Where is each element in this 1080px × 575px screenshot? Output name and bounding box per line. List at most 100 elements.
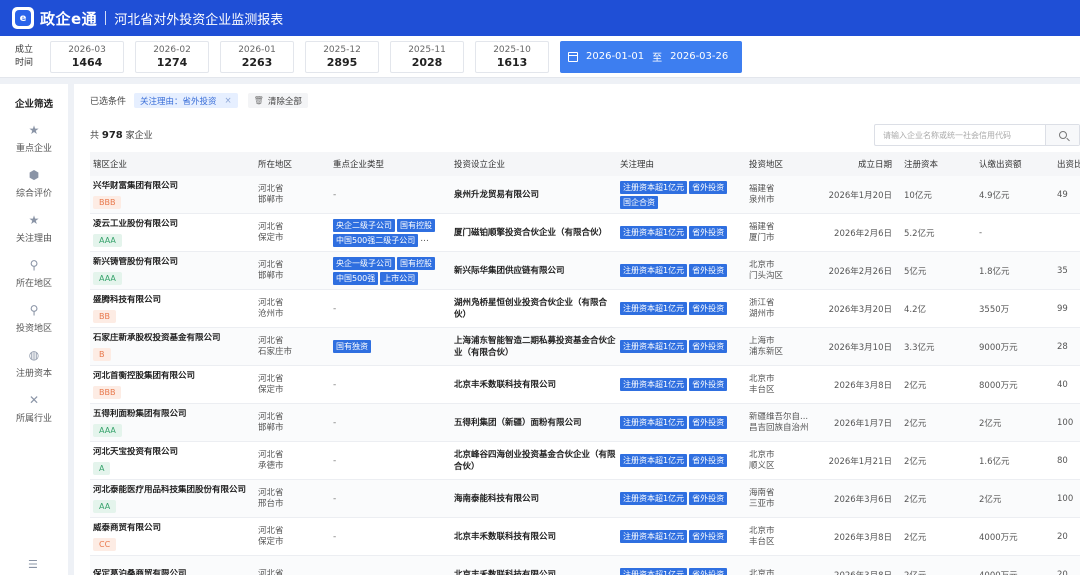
empty-value: - bbox=[333, 455, 337, 466]
column-header[interactable]: 辖区企业 bbox=[90, 158, 258, 170]
company-name[interactable]: 石家庄新承股权投资基金有限公司 bbox=[93, 333, 258, 344]
app-name: 政企e通 bbox=[40, 9, 98, 28]
star-icon: ★ bbox=[28, 213, 40, 227]
more-indicator[interactable]: ... bbox=[420, 234, 429, 247]
table-row[interactable]: 凌云工业股份有限公司 AAA 河北省 保定市 央企二级子公司 国有控股 中国500强二级子公… bbox=[90, 214, 1080, 252]
table-row[interactable]: 河北天宝投资有限公司 A 河北省 承德市 - 北京峰谷四海创业投资基金合伙企业（有限合伙）… bbox=[90, 442, 1080, 480]
sidebar-title: 企业筛选 bbox=[14, 99, 53, 110]
column-header[interactable]: 出资比 bbox=[1057, 158, 1080, 170]
province: 河北省 bbox=[258, 259, 284, 270]
company-name[interactable]: 盛腾科技有限公司 bbox=[93, 295, 258, 306]
search-input[interactable] bbox=[875, 125, 1045, 145]
column-header[interactable]: 投资地区 bbox=[749, 158, 818, 170]
column-header[interactable]: 认缴出资额 bbox=[979, 158, 1057, 170]
column-header[interactable]: 成立日期 bbox=[818, 158, 904, 170]
table-row[interactable]: 盛腾科技有限公司 BB 河北省 沧州市 - 湖州凫桥星恒创业投资合伙企业（有限合伙） 注册资… bbox=[90, 290, 1080, 328]
filter-chip-reason[interactable]: 关注理由：省外投资 × bbox=[134, 93, 238, 108]
subscribed-capital: 3550万 bbox=[979, 304, 1010, 315]
table-row[interactable]: 河北泰能医疗用品科技集团股份有限公司 AA 河北省 邢台市 - 海南泰能科技有限公司 注册资… bbox=[90, 480, 1080, 518]
search-box bbox=[874, 124, 1080, 146]
column-header[interactable]: 重点企业类型 bbox=[333, 158, 454, 170]
table-row[interactable]: 保定葛泊桑商贸有限公司 河北省 北京丰禾数联科技有限公司 注册资本超1亿元 省外投资 北京… bbox=[90, 556, 1080, 575]
reason-cell: 注册资本超1亿元 省外投资 bbox=[620, 530, 749, 543]
city: 邯郸市 bbox=[258, 194, 284, 205]
invest-province: 北京市 bbox=[749, 373, 775, 384]
invested-company[interactable]: 湖州凫桥星恒创业投资合伙企业（有限合伙） bbox=[454, 297, 620, 321]
company-name[interactable]: 兴华财富集团有限公司 bbox=[93, 181, 258, 192]
search-button[interactable] bbox=[1045, 125, 1079, 145]
invested-company[interactable]: 北京丰禾数联科技有限公司 bbox=[454, 531, 620, 543]
table-row[interactable]: 威泰商贸有限公司 CC 河北省 保定市 - 北京丰禾数联科技有限公司 注册资本超1亿元 省外投… bbox=[90, 518, 1080, 556]
invested-company[interactable]: 北京丰禾数联科技有限公司 bbox=[454, 569, 620, 575]
sidebar-item-2[interactable]: ⬢ 综合评价 bbox=[0, 161, 68, 206]
invested-company[interactable]: 上海浦东智能智造二期私募投资基金合伙企业（有限合伙） bbox=[454, 335, 620, 359]
stat-month-2025-11[interactable]: 2025-11 2028 bbox=[390, 40, 464, 73]
invested-company[interactable]: 北京峰谷四海创业投资基金合伙企业（有限合伙） bbox=[454, 449, 620, 473]
reason-tag: 注册资本超1亿元 bbox=[620, 180, 688, 194]
star-icon: ★ bbox=[28, 123, 40, 137]
sidebar-item-4[interactable]: ⚲ 所在地区 bbox=[0, 251, 68, 296]
company-name[interactable]: 河北天宝投资有限公司 bbox=[93, 447, 258, 458]
invested-company[interactable]: 海南泰能科技有限公司 bbox=[454, 493, 620, 505]
clear-all-button[interactable]: 🗑 清除全部 bbox=[247, 93, 308, 108]
key-type-cell: - bbox=[333, 380, 454, 390]
table-row[interactable]: 河北首衡控股集团有限公司 BBB 河北省 保定市 - 北京丰禾数联科技有限公司 注册资本超1… bbox=[90, 366, 1080, 404]
trash-icon: 🗑 bbox=[253, 96, 264, 105]
rating-badge: AAA bbox=[93, 271, 122, 285]
column-header[interactable]: 投资设立企业 bbox=[454, 158, 620, 170]
date-range-picker[interactable]: 2026-01-01 至 2026-03-26 bbox=[560, 40, 742, 73]
company-name[interactable]: 凌云工业股份有限公司 bbox=[93, 219, 258, 230]
reason-tag: 省外投资 bbox=[689, 226, 728, 239]
table-row[interactable]: 石家庄新承股权投资基金有限公司 B 河北省 石家庄市 国有独资 上海浦东智能智造二期私募投… bbox=[90, 328, 1080, 366]
column-header[interactable]: 注册资本 bbox=[904, 158, 979, 170]
stat-month-label: 2026-01 bbox=[238, 44, 276, 55]
invested-company[interactable]: 新兴际华集团供应链有限公司 bbox=[454, 265, 620, 277]
stat-month-2025-10[interactable]: 2025-10 1613 bbox=[475, 40, 549, 73]
table-row[interactable]: 五得利面粉集团有限公司 AAA 河北省 邯郸市 - 五得利集团（新疆）面粉有限公司 注册资本… bbox=[90, 404, 1080, 442]
company-name[interactable]: 五得利面粉集团有限公司 bbox=[93, 409, 258, 420]
reason-tag: 省外投资 bbox=[689, 530, 728, 543]
reason-tag: 注册资本超1亿元 bbox=[620, 340, 688, 353]
sidebar-item-3[interactable]: ★ 关注理由 bbox=[0, 206, 68, 251]
column-header[interactable]: 关注理由 bbox=[620, 158, 749, 170]
contribution-ratio: 35 bbox=[1057, 265, 1068, 276]
reason-cell: 注册资本超1亿元 省外投资 国企合资 bbox=[620, 180, 749, 209]
sidebar-item-5[interactable]: ⚲ 投资地区 bbox=[0, 296, 68, 341]
invested-company[interactable]: 北京丰禾数联科技有限公司 bbox=[454, 379, 620, 391]
sidebar-item-6[interactable]: ◍ 注册资本 bbox=[0, 341, 68, 386]
reason-tags: 注册资本超1亿元 省外投资 bbox=[620, 530, 749, 543]
stat-month-count: 2263 bbox=[241, 55, 273, 69]
company-name[interactable]: 河北首衡控股集团有限公司 bbox=[93, 371, 258, 382]
stat-month-2026-02[interactable]: 2026-02 1274 bbox=[135, 40, 209, 73]
stat-month-count: 1464 bbox=[71, 55, 103, 69]
empty-value: - bbox=[333, 379, 337, 390]
menu-collapse-icon[interactable]: ☰ bbox=[28, 558, 38, 571]
column-header[interactable]: 所在地区 bbox=[258, 158, 333, 170]
page-title: 河北省对外投资企业监测报表 bbox=[114, 12, 284, 28]
invested-company[interactable]: 泉州升龙贸易有限公司 bbox=[454, 189, 620, 201]
sidebar-item-7[interactable]: ✕ 所属行业 bbox=[0, 386, 68, 431]
reason-cell: 注册资本超1亿元 省外投资 bbox=[620, 568, 749, 575]
stat-month-2026-01[interactable]: 2026-01 2263 bbox=[220, 40, 294, 73]
invest-province: 福建省 bbox=[749, 221, 775, 232]
company-name[interactable]: 威泰商贸有限公司 bbox=[93, 523, 258, 534]
stat-month-label: 2026-02 bbox=[153, 44, 191, 55]
close-icon[interactable]: × bbox=[225, 96, 232, 106]
company-name[interactable]: 保定葛泊桑商贸有限公司 bbox=[93, 569, 258, 575]
region-cell: 河北省 保定市 bbox=[258, 374, 333, 396]
invested-company[interactable]: 厦门磁铂顺擎投资合伙企业（有限合伙） bbox=[454, 227, 620, 239]
company-cell: 石家庄新承股权投资基金有限公司 B bbox=[90, 333, 258, 361]
table-row[interactable]: 新兴铸管股份有限公司 AAA 河北省 邯郸市 央企一级子公司 国有控股 中国500强 上市公司… bbox=[90, 252, 1080, 290]
stat-month-2025-12[interactable]: 2025-12 2895 bbox=[305, 40, 379, 73]
table-row[interactable]: 兴华财富集团有限公司 BBB 河北省 邯郸市 - 泉州升龙贸易有限公司 注册资本超1亿元 省外… bbox=[90, 176, 1080, 214]
reason-tag: 省外投资 bbox=[689, 340, 728, 353]
sidebar-item-1[interactable]: ★ 重点企业 bbox=[0, 116, 68, 161]
stat-month-count: 1274 bbox=[156, 55, 188, 69]
reason-tag: 注册资本超1亿元 bbox=[620, 378, 688, 391]
stat-month-2026-03[interactable]: 2026-03 1464 bbox=[50, 40, 124, 73]
invest-city: 丰台区 bbox=[749, 384, 775, 395]
establish-date: 2026年3月8日 bbox=[834, 532, 892, 543]
invested-company[interactable]: 五得利集团（新疆）面粉有限公司 bbox=[454, 417, 620, 429]
company-name[interactable]: 河北泰能医疗用品科技集团股份有限公司 bbox=[93, 485, 258, 496]
company-name[interactable]: 新兴铸管股份有限公司 bbox=[93, 257, 258, 268]
